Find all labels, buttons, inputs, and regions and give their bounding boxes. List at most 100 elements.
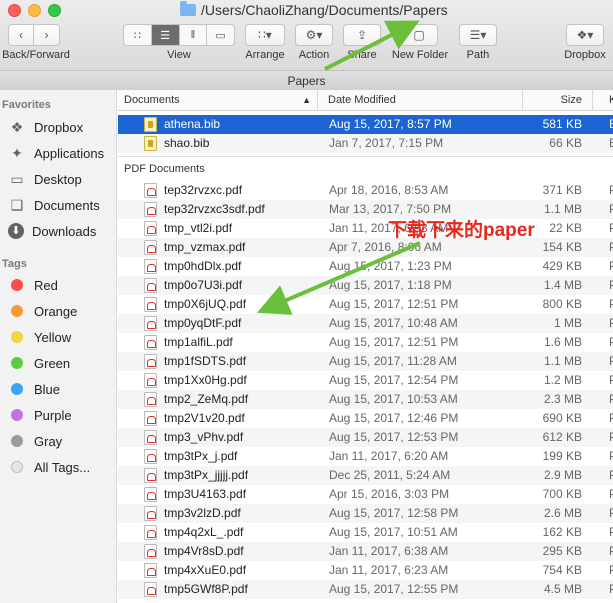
sidebar-item-downloads[interactable]: ⬇ Downloads (8, 220, 116, 242)
sidebar-item-dropbox[interactable]: ❖ Dropbox (8, 116, 116, 138)
sidebar-tag-purple[interactable]: Purple (8, 404, 116, 426)
list-item[interactable]: tmp1Xx0Hg.pdf Aug 15, 2017, 12:54 PM 1.2 M… (118, 371, 613, 390)
list-item[interactable]: tmp3v2lzD.pdf Aug 15, 2017, 12:58 PM 2.6 M… (118, 504, 613, 523)
pdf-file-icon (144, 392, 157, 407)
list-item[interactable]: tep32rvzxc.pdf Apr 18, 2016, 8:53 AM 371 K… (118, 181, 613, 200)
list-item[interactable]: tmp0o7U3i.pdf Aug 15, 2017, 1:18 PM 1.4 MB… (118, 276, 613, 295)
path-button[interactable]: ☰▾ (459, 24, 497, 46)
list-item[interactable]: tep32rvzxc3sdf.pdf Mar 13, 2017, 7:50 PM 1… (118, 200, 613, 219)
window-title: /Users/ChaoliZhang/Documents/Papers (180, 1, 448, 19)
file-date: Aug 15, 2017, 10:51 AM (329, 525, 458, 539)
file-kind: P (609, 257, 613, 276)
pdf-file-icon (144, 449, 157, 464)
sidebar-tag-label: Yellow (34, 329, 72, 345)
pdf-file-icon (144, 563, 157, 578)
list-item[interactable]: tmp4Vr8sD.pdf Jan 11, 2017, 6:38 AM 295 KB… (118, 542, 613, 561)
column-kind[interactable]: K (593, 90, 613, 111)
list-item[interactable]: athena.bib Aug 15, 2017, 8:57 PM 581 KB B (118, 115, 613, 134)
list-item[interactable]: tmp0yqDtF.pdf Aug 15, 2017, 10:48 AM 1 MB P (118, 314, 613, 333)
list-item[interactable]: tmp0X6jUQ.pdf Aug 15, 2017, 12:51 PM 800 K… (118, 295, 613, 314)
sidebar-item-documents[interactable]: ❑ Documents (8, 194, 116, 216)
arrange-button[interactable]: ∷▾ (245, 24, 285, 46)
close-window-button[interactable] (8, 4, 21, 17)
cover-flow-icon[interactable]: ▭ (207, 25, 234, 45)
pdf-file-icon (144, 335, 157, 350)
new-folder-button[interactable]: ▢ (400, 24, 438, 46)
file-kind: P (609, 276, 613, 295)
view-switcher[interactable]: ∷ ☰ ‖ ▭ (123, 24, 235, 46)
gear-icon: ⚙▾ (305, 28, 323, 42)
sidebar-tag-alltags[interactable]: All Tags... (8, 456, 116, 478)
file-kind: P (609, 314, 613, 333)
sidebar-tag-red[interactable]: Red (8, 274, 116, 296)
sidebar-tag-orange[interactable]: Orange (8, 300, 116, 322)
list-item[interactable]: tmp3_vPhv.pdf Aug 15, 2017, 12:53 PM 612 K… (118, 428, 613, 447)
list-item[interactable]: tmp3tPx_j.pdf Jan 11, 2017, 6:20 AM 199 KB… (118, 447, 613, 466)
sidebar-tag-gray[interactable]: Gray (8, 430, 116, 452)
column-size[interactable]: Size (523, 90, 593, 111)
list-item[interactable]: tmp3U4163.pdf Apr 15, 2016, 3:03 PM 700 KB… (118, 485, 613, 504)
zoom-window-button[interactable] (48, 4, 61, 17)
action-label: Action (298, 49, 330, 61)
file-list: Documents ▲ Date Modified Size K athena.… (118, 90, 613, 603)
dropbox-toolbar-button[interactable]: ❖▾ (566, 24, 604, 46)
forward-button[interactable]: › (34, 24, 60, 46)
sidebar-tag-yellow[interactable]: Yellow (8, 326, 116, 348)
file-name: tep32rvzxc3sdf.pdf (164, 202, 265, 216)
list-item[interactable]: tmp1fSDTS.pdf Aug 15, 2017, 11:28 AM 1.1 M… (118, 352, 613, 371)
new-folder-icon: ▢ (413, 28, 425, 42)
list-item[interactable]: tmp1alfiL.pdf Aug 15, 2017, 12:51 PM 1.6 M… (118, 333, 613, 352)
file-kind: P (609, 466, 613, 485)
file-date: Aug 15, 2017, 12:55 PM (329, 582, 459, 596)
list-item[interactable]: tmp_vzmax.pdfApr 7, 2016, 8:06 AM154 KBP (118, 238, 613, 257)
column-header: Documents ▲ Date Modified Size K (118, 90, 613, 111)
list-item[interactable]: tmp_vtl2i.pdfJan 11, 2017, 6:53 AM22 KBP (118, 219, 613, 238)
tags-header: Tags (2, 258, 27, 270)
column-name[interactable]: Documents ▲ (118, 90, 318, 111)
sidebar-tag-label: Green (34, 355, 71, 371)
file-name: shao.bib (164, 136, 210, 150)
sidebar-item-applications[interactable]: ✦ Applications (8, 142, 116, 164)
file-size: 1.6 MB (543, 335, 582, 349)
file-kind: P (609, 485, 613, 504)
column-name-label: Documents (124, 94, 180, 106)
back-button[interactable]: ‹ (8, 24, 34, 46)
column-date-label: Date Modified (328, 94, 396, 106)
file-name: tmp1alfiL.pdf (164, 335, 233, 349)
share-button[interactable]: ⇪ (343, 24, 381, 46)
list-item[interactable]: tmp4xXuE0.pdf Jan 11, 2017, 6:23 AM 754 KB… (118, 561, 613, 580)
file-name: tmp0yqDtF.pdf (164, 316, 242, 330)
list-item[interactable]: shao.bib Jan 7, 2017, 7:15 PM 66 KB B (118, 134, 613, 153)
icon-view-icon[interactable]: ∷ (124, 25, 152, 45)
pdf-file-icon (144, 240, 157, 255)
minimize-window-button[interactable] (28, 4, 41, 17)
sidebar-tag-green[interactable]: Green (8, 352, 116, 374)
column-view-icon[interactable]: ‖ (180, 25, 208, 45)
file-date: Aug 15, 2017, 12:51 PM (329, 297, 459, 311)
pdf-file-icon (144, 373, 157, 388)
list-item[interactable]: tmp2_ZeMq.pdf Aug 15, 2017, 10:53 AM 2.3 M… (118, 390, 613, 409)
list-item[interactable]: tmp4q2xL_.pdf Aug 15, 2017, 10:51 AM 162 K… (118, 523, 613, 542)
pdf-file-icon (144, 411, 157, 426)
column-date[interactable]: Date Modified (318, 90, 523, 111)
list-item[interactable]: tmp0hdDlx.pdf Aug 15, 2017, 1:23 PM 429 KB… (118, 257, 613, 276)
sidebar-tag-blue[interactable]: Blue (8, 378, 116, 400)
sidebar-item-desktop[interactable]: ▭ Desktop (8, 168, 116, 190)
pdf-file-icon (144, 183, 157, 198)
bib-file-icon (144, 136, 157, 151)
share-label: Share (347, 49, 377, 61)
action-button[interactable]: ⚙▾ (295, 24, 333, 46)
sidebar-tag-label: Purple (34, 407, 72, 423)
window-title-text: /Users/ChaoliZhang/Documents/Papers (201, 2, 448, 18)
file-kind: P (609, 219, 613, 238)
tag-dot-icon (11, 331, 23, 343)
file-size: 429 KB (542, 259, 582, 273)
file-kind: P (609, 561, 613, 580)
list-item[interactable]: tmp2V1v20.pdf Aug 15, 2017, 12:46 PM 690 K… (118, 409, 613, 428)
list-item[interactable]: tmp3tPx_jjjjj.pdf Dec 25, 2011, 5:24 AM 2.… (118, 466, 613, 485)
file-date: Jan 11, 2017, 6:38 AM (329, 544, 449, 558)
list-item[interactable]: tmp5GWf8P.pdf Aug 15, 2017, 12:55 PM 4.5 M… (118, 580, 613, 599)
share-icon: ⇪ (356, 28, 368, 42)
file-date: Aug 15, 2017, 12:46 PM (329, 411, 459, 425)
list-view-icon[interactable]: ☰ (151, 25, 180, 45)
